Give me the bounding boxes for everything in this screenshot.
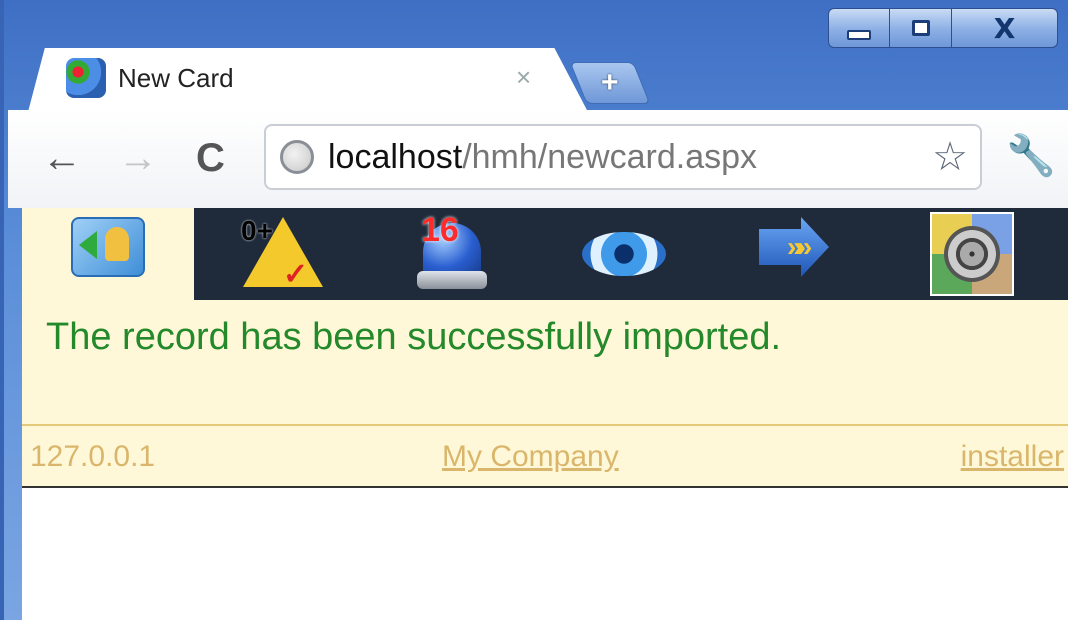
icon-toolbar: 0+ ✓ 16 »»: [22, 208, 1068, 300]
forward-arrow-icon: »»: [759, 217, 833, 291]
alert-count-label: 0+: [241, 215, 273, 246]
page-footer: 127.0.0.1 My Company installer: [22, 426, 1068, 488]
nav-forward[interactable]: »»: [710, 208, 882, 300]
maximize-icon: [911, 20, 930, 36]
close-window-button[interactable]: X: [952, 8, 1058, 48]
forward-button[interactable]: →: [118, 138, 158, 178]
chevrons-label: »»: [787, 231, 812, 262]
bookmark-star-icon[interactable]: ☆: [932, 134, 968, 180]
footer-ip: 127.0.0.1: [30, 440, 156, 473]
nav-target[interactable]: [882, 208, 1062, 300]
siren-icon: 16: [417, 211, 487, 291]
maximize-button[interactable]: [890, 8, 952, 48]
browser-toolbar: ← → C localhost/hmh/newcard.aspx ☆ 🔧: [8, 110, 1068, 208]
address-bar[interactable]: localhost/hmh/newcard.aspx ☆: [264, 124, 982, 190]
favicon-icon: [66, 58, 106, 98]
wrench-menu-icon[interactable]: 🔧: [1006, 132, 1056, 179]
tab-new-card[interactable]: New Card ×: [28, 48, 588, 112]
close-icon: X: [993, 11, 1016, 45]
nav-siren[interactable]: 16: [366, 208, 538, 300]
minimize-icon: [847, 30, 871, 40]
message-panel: The record has been successfully importe…: [22, 300, 1068, 426]
globe-icon: [280, 140, 314, 174]
url-host: localhost: [328, 138, 463, 176]
plus-icon: +: [601, 66, 619, 99]
eye-icon: [582, 232, 666, 276]
company-link[interactable]: My Company: [442, 440, 619, 474]
nav-watch[interactable]: [538, 208, 710, 300]
success-message: The record has been successfully importe…: [46, 316, 782, 358]
alert-person-icon: 0+ ✓: [241, 215, 323, 291]
browser-window: X New Card × + ← → C localhost/hmh/newca…: [0, 0, 1068, 620]
page-content: 0+ ✓ 16 »» The record has been successfu…: [22, 208, 1068, 620]
target-icon: [930, 212, 1014, 296]
user-link[interactable]: installer: [961, 440, 1064, 474]
window-controls: X: [828, 8, 1058, 48]
url-path: /hmh/newcard.aspx: [462, 138, 758, 176]
back-button[interactable]: ←: [42, 138, 82, 178]
url-text[interactable]: localhost/hmh/newcard.aspx: [328, 138, 757, 177]
new-card-icon: [71, 217, 145, 291]
reload-button[interactable]: C: [196, 138, 225, 178]
siren-count-label: 16: [421, 211, 459, 249]
tab-close-icon[interactable]: ×: [516, 62, 531, 93]
nav-new-card[interactable]: [22, 208, 194, 300]
check-mark-icon: ✓: [283, 258, 309, 291]
title-bar: X New Card × +: [4, 0, 1068, 112]
minimize-button[interactable]: [828, 8, 890, 48]
nav-alerts[interactable]: 0+ ✓: [194, 208, 366, 300]
new-tab-button[interactable]: +: [569, 62, 651, 104]
tab-title: New Card: [118, 62, 234, 93]
